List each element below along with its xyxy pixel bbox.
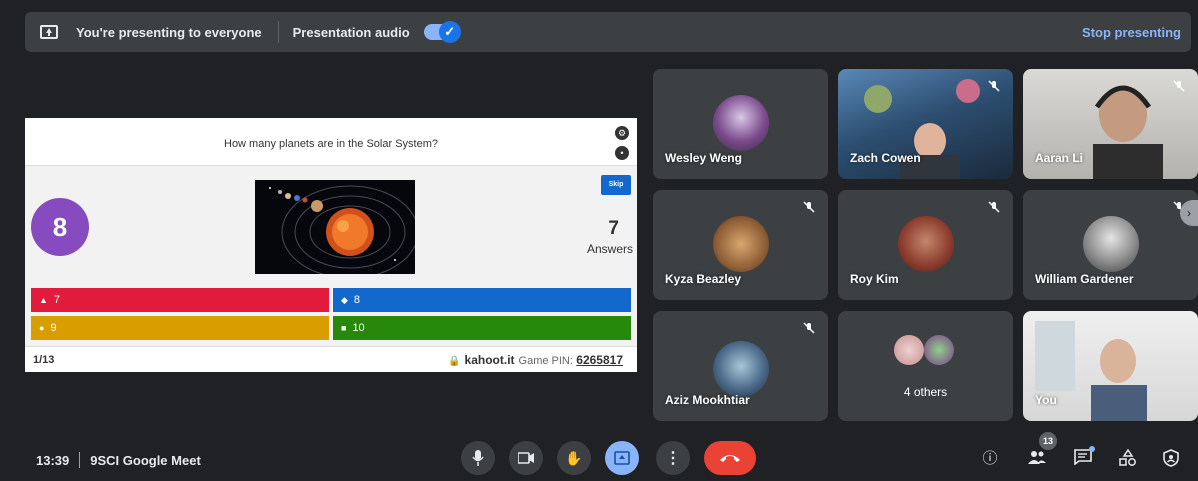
- participant-name: Wesley Weng: [665, 151, 742, 165]
- info-icon: ⓘ: [982, 450, 998, 467]
- people-button[interactable]: [1027, 449, 1047, 469]
- divider: [277, 21, 279, 43]
- triangle-icon: ▲: [39, 295, 48, 305]
- muted-mic-icon: [802, 200, 816, 214]
- raise-hand-button[interactable]: ✋: [557, 441, 591, 475]
- countdown-timer: 8: [31, 198, 89, 256]
- check-icon: ✓: [438, 21, 461, 43]
- participant-name: Roy Kim: [850, 272, 899, 286]
- answers-label: Answers: [586, 242, 633, 256]
- game-info: 🔒 kahoot.it Game PIN: 6265817: [448, 353, 623, 367]
- people-icon: [1028, 451, 1046, 464]
- camera-button[interactable]: [509, 441, 543, 475]
- participant-name: Aziz Mookhtiar: [665, 393, 750, 407]
- people-count-badge: 13: [1039, 432, 1057, 450]
- diamond-icon: ◆: [341, 295, 348, 305]
- meeting-name: 9SCI Google Meet: [90, 452, 201, 468]
- participant-tile-you[interactable]: You: [1023, 311, 1198, 421]
- answer-label: 9: [50, 322, 57, 334]
- camera-icon: [518, 452, 534, 464]
- participant-tile-wesley-weng[interactable]: Wesley Weng: [653, 69, 828, 179]
- question-text: How many planets are in the Solar System…: [224, 138, 438, 150]
- more-options-icon: ⋮: [665, 450, 681, 467]
- game-pin: 6265817: [576, 353, 623, 367]
- more-options-button[interactable]: ⋮: [656, 441, 690, 475]
- avatar: [713, 95, 769, 151]
- leave-call-button[interactable]: [704, 441, 756, 475]
- participant-tile-zach-cowen[interactable]: Zach Cowen: [838, 69, 1013, 179]
- host-controls-button[interactable]: [1161, 449, 1181, 469]
- participant-tile-roy-kim[interactable]: Roy Kim: [838, 190, 1013, 300]
- divider: [79, 452, 81, 468]
- presenting-message: You're presenting to everyone: [76, 24, 262, 40]
- presentation-footer: 1/13 🔒 kahoot.it Game PIN: 6265817: [25, 346, 637, 372]
- game-pin-label: Game PIN:: [518, 355, 573, 367]
- settings-icon[interactable]: ⚙: [615, 126, 629, 140]
- present-to-all-icon: [40, 25, 58, 39]
- others-count-label: 4 others: [903, 385, 948, 399]
- muted-mic-icon: [987, 200, 1001, 214]
- answer-label: 8: [353, 294, 361, 306]
- participant-tile-william-gardener[interactable]: William Gardener: [1023, 190, 1198, 300]
- answer-option-square[interactable]: ■ 10: [333, 316, 631, 340]
- answer-option-circle[interactable]: ● 9: [31, 316, 329, 340]
- circle-icon: ●: [39, 323, 45, 333]
- participant-name: William Gardener: [1035, 272, 1134, 286]
- avatar: [898, 216, 954, 272]
- participant-tile-kyza-beazley[interactable]: Kyza Beazley: [653, 190, 828, 300]
- hangup-icon: [720, 455, 740, 462]
- meeting-info-button[interactable]: ⓘ: [980, 449, 1000, 469]
- presenting-bar: You're presenting to everyone Presentati…: [25, 12, 1191, 52]
- question-header: How many planets are in the Solar System…: [25, 118, 637, 166]
- avatar: [713, 216, 769, 272]
- clock: 13:39: [36, 452, 70, 468]
- mic-button[interactable]: [461, 441, 495, 475]
- participant-tile-aaran-li[interactable]: Aaran Li: [1023, 69, 1198, 179]
- avatar: [894, 335, 924, 365]
- muted-mic-icon: [987, 79, 1001, 93]
- muted-mic-icon: [1172, 79, 1186, 93]
- avatar: [924, 335, 954, 365]
- answer-label: 10: [352, 322, 365, 334]
- presentation-audio-toggle[interactable]: ✓: [423, 21, 461, 43]
- lock-icon: 🔒: [448, 356, 461, 367]
- participant-tile-aziz-mookhtiar[interactable]: Aziz Mookhtiar: [653, 311, 828, 421]
- question-progress: 1/13: [33, 354, 55, 366]
- participant-name: You: [1035, 393, 1057, 407]
- raise-hand-icon: ✋: [565, 449, 583, 466]
- stop-presenting-button[interactable]: Stop presenting: [1082, 25, 1181, 40]
- answers-count: 7: [608, 218, 619, 239]
- fullscreen-icon[interactable]: •: [615, 146, 629, 160]
- solar-system-image: [255, 180, 415, 274]
- participant-name: Zach Cowen: [850, 151, 921, 165]
- participant-tile-others[interactable]: 4 others: [838, 311, 1013, 421]
- answer-label: 7: [53, 294, 61, 306]
- present-button[interactable]: [605, 441, 639, 475]
- participant-name: Kyza Beazley: [665, 272, 742, 286]
- present-icon: [614, 451, 630, 465]
- activities-button[interactable]: [1118, 448, 1138, 469]
- chat-button[interactable]: [1073, 449, 1093, 469]
- participant-name: Aaran Li: [1035, 151, 1084, 165]
- activities-icon: [1119, 448, 1136, 466]
- answer-option-diamond[interactable]: ◆ 8: [333, 288, 631, 312]
- meeting-details: 13:39 9SCI Google Meet: [36, 452, 201, 468]
- skip-button[interactable]: Skip: [601, 175, 631, 195]
- avatar: [1083, 216, 1139, 272]
- presentation-screen: How many planets are in the Solar System…: [25, 118, 637, 372]
- presentation-audio-label: Presentation audio: [292, 24, 410, 40]
- new-message-indicator: [1089, 446, 1095, 452]
- square-icon: ■: [341, 323, 347, 333]
- answer-option-triangle[interactable]: ▲ 7: [31, 288, 329, 312]
- host-controls-icon: [1163, 449, 1179, 467]
- avatar: [713, 341, 769, 397]
- mic-icon: [472, 450, 484, 466]
- kahoot-site: kahoot.it: [464, 353, 515, 367]
- muted-mic-icon: [802, 321, 816, 335]
